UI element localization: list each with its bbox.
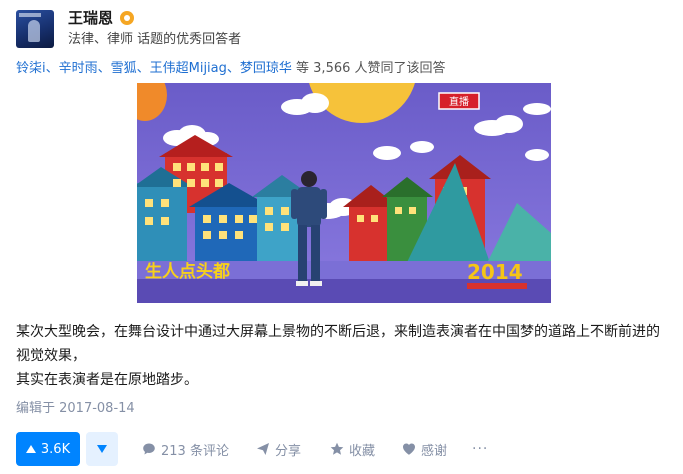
- more-button[interactable]: ···: [472, 432, 488, 466]
- edited-date[interactable]: 编辑于 2017-08-14: [16, 400, 135, 418]
- comments-label: 213 条评论: [161, 443, 229, 459]
- downvote-button[interactable]: [86, 432, 118, 466]
- share-icon: [257, 443, 269, 455]
- star-icon: [330, 442, 344, 455]
- action-bar: 3.6K 213 条评论 分享 收藏 感谢 ···: [16, 432, 676, 466]
- author-avatar[interactable]: [16, 10, 54, 48]
- content-paragraph: 其实在表演者是在原地踏步。: [16, 372, 198, 388]
- answer-content: 某次大型晚会，在舞台设计中通过大屏幕上景物的不断后退，来制造表演者在中国梦的道路…: [16, 320, 666, 392]
- author-description: 法律、律师 话题的优秀回答者: [68, 32, 242, 47]
- upvoter-names-link[interactable]: 铃柒i、辛时雨、雪狐、王伟超Mijiag、梦回琼华: [16, 61, 292, 76]
- triangle-down-icon: [97, 445, 107, 453]
- answer-header: 王瑞恩 法律、律师 话题的优秀回答者: [16, 8, 666, 52]
- triangle-up-icon: [25, 445, 36, 453]
- comment-icon: [143, 443, 155, 455]
- stage-screen-illustration: 直播 生人点头都 2014: [137, 83, 551, 303]
- thanks-label: 感谢: [421, 443, 448, 459]
- upvote-count: 3.6K: [40, 441, 71, 457]
- favorite-button[interactable]: 收藏: [330, 432, 375, 466]
- content-paragraph: 某次大型晚会，在舞台设计中通过大屏幕上景物的不断后退，来制造表演者在中国梦的道路…: [16, 324, 660, 364]
- author-name[interactable]: 王瑞恩: [68, 8, 113, 28]
- upvoters-line: 铃柒i、辛时雨、雪狐、王伟超Mijiag、梦回琼华 等 3,566 人赞同了该回…: [16, 60, 446, 78]
- share-label: 分享: [275, 443, 302, 459]
- caption-left-text: 生人点头都: [145, 261, 230, 282]
- heart-icon: [403, 443, 415, 455]
- answer-image[interactable]: 直播 生人点头都 2014: [137, 83, 551, 303]
- upvote-button[interactable]: 3.6K: [16, 432, 80, 466]
- upvote-summary: 等 3,566 人赞同了该回答: [296, 61, 446, 76]
- comments-button[interactable]: 213 条评论: [142, 432, 229, 466]
- more-icon: ···: [472, 441, 489, 457]
- share-button[interactable]: 分享: [256, 432, 301, 466]
- caption-right-logo: 2014: [467, 260, 523, 284]
- live-sign-text: 直播: [449, 95, 469, 108]
- favorite-label: 收藏: [349, 443, 376, 459]
- verified-badge-icon: [120, 11, 134, 25]
- thanks-button[interactable]: 感谢: [402, 432, 447, 466]
